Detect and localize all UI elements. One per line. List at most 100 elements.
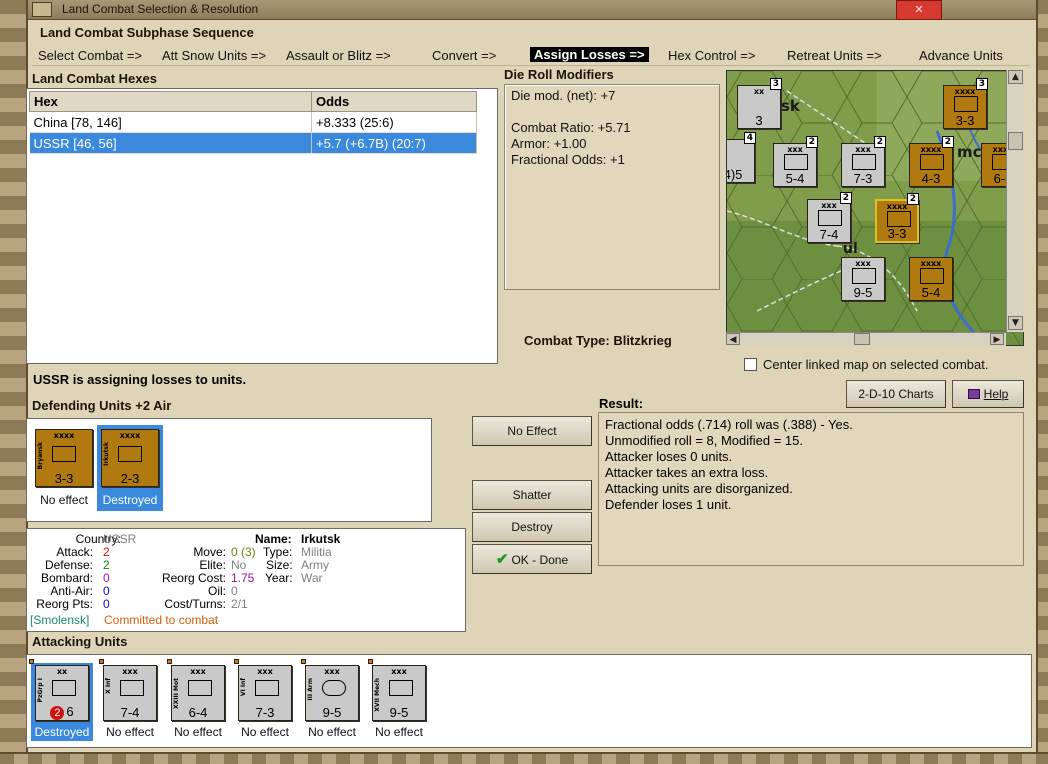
hexes-title: Land Combat Hexes — [32, 71, 157, 86]
result-line: Unmodified roll = 8, Modified = 15. — [605, 433, 803, 448]
defending-units-panel: xxxx Bryansk 3-3 No effect xxxx Irkutsk 2-3 … — [26, 418, 432, 522]
ok-done-button[interactable]: ✔ OK - Done — [472, 544, 592, 574]
die-roll-panel: Die mod. (net): +7 Combat Ratio: +5.71 A… — [504, 84, 720, 290]
destroy-button[interactable]: Destroy — [472, 512, 592, 542]
oil-value: 0 — [231, 584, 238, 598]
elite-value: No — [231, 558, 247, 572]
map-counter[interactable]: xxx 2 7-3 — [841, 136, 886, 187]
size-label: Size: — [266, 558, 293, 572]
cost-turns-value: 2/1 — [231, 597, 248, 611]
seq-step-convert: Convert => — [432, 48, 497, 63]
reorg-cost-label: Reorg Cost: — [161, 571, 226, 585]
scroll-right-icon[interactable]: ▶ — [990, 333, 1004, 345]
unit-status: No effect — [106, 725, 154, 739]
armor-mod: Armor: +1.00 — [511, 136, 587, 151]
center-linked-checkbox[interactable] — [744, 358, 757, 371]
attacking-unit[interactable]: xxx VI Inf 7-3 No effect — [234, 659, 296, 741]
close-button[interactable]: ✕ — [896, 0, 942, 20]
result-title: Result: — [599, 396, 644, 411]
map-counter[interactable]: xxx 9-5 — [841, 257, 885, 301]
mini-map[interactable]: sk mc ul xx33 xxxx33-3 44)5 xxx25-4 xxx2… — [726, 70, 1024, 346]
map-city-label: ul — [843, 241, 858, 257]
country-value: USSR — [103, 532, 137, 546]
step-badge: 2 — [50, 706, 65, 720]
close-icon: ✕ — [914, 3, 924, 16]
map-counter[interactable]: xxxx 2 4-3 — [909, 136, 954, 187]
die-roll-title: Die Roll Modifiers — [504, 67, 614, 82]
unit-status: No effect — [40, 493, 88, 507]
attacking-unit[interactable]: xxx XXIII Mot 6-4 No effect — [167, 659, 229, 741]
reorg-pts-value: 0 — [103, 597, 110, 611]
antiair-label: Anti-Air: — [50, 584, 93, 598]
defending-unit-selected[interactable]: xxxx Irkutsk 2-3 Destroyed — [97, 425, 163, 511]
unit-info-panel: Country: USSR Attack: 2 Defense: 2 Bomba… — [26, 528, 466, 632]
assign-message: USSR is assigning losses to units. — [33, 372, 247, 387]
attacking-title: Attacking Units — [32, 634, 128, 649]
unit-status: Destroyed — [34, 725, 90, 739]
hexes-table-panel: Hex Odds China [78, 146] +8.333 (25:6) U… — [26, 88, 498, 364]
unit-status: No effect — [174, 725, 222, 739]
type-value: Militia — [301, 545, 332, 559]
result-line: Defender loses 1 unit. — [605, 497, 732, 512]
attacking-unit[interactable]: xxx X Inf 7-4 No effect — [99, 659, 161, 741]
reorg-pts-label: Reorg Pts: — [36, 597, 93, 611]
defending-unit[interactable]: xxxx Bryansk 3-3 No effect — [31, 425, 97, 511]
result-line: Attacker takes an extra loss. — [605, 465, 769, 480]
help-book-icon — [967, 389, 980, 399]
defense-label: Defense: — [44, 558, 93, 572]
scroll-down-icon[interactable]: ▼ — [1008, 316, 1023, 330]
attacking-unit-selected[interactable]: xx PzGrp I26 Destroyed — [29, 659, 93, 741]
map-counter[interactable]: xxxx 3 3-3 — [943, 78, 988, 129]
die-mod-net: Die mod. (net): +7 — [511, 88, 616, 103]
column-header-hex[interactable]: Hex — [29, 91, 312, 112]
scroll-thumb[interactable] — [854, 333, 870, 345]
map-counter[interactable]: xx 3 3 — [737, 78, 782, 129]
no-effect-button[interactable]: No Effect — [472, 416, 592, 446]
move-value: 0 (3) — [231, 545, 256, 559]
map-horizontal-scrollbar[interactable]: ◀ ▶ — [726, 332, 1006, 346]
year-label: Year: — [265, 571, 293, 585]
map-counter[interactable]: 44)5 — [727, 132, 756, 183]
combat-type: Combat Type: Blitzkrieg — [524, 333, 672, 348]
column-header-odds[interactable]: Odds — [311, 91, 477, 112]
defending-title: Defending Units +2 Air — [32, 398, 172, 413]
scroll-up-icon[interactable]: ▲ — [1008, 70, 1023, 84]
reorg-cost-value: 1.75 — [231, 571, 255, 585]
seq-step-att-snow: Att Snow Units => — [162, 48, 267, 63]
odds-cell: +5.7 (+6.7B) (20:7) — [311, 132, 477, 154]
seq-step-assign-losses: Assign Losses => — [530, 47, 649, 62]
unit-location: [Smolensk] — [30, 613, 90, 627]
help-button[interactable]: Help — [952, 380, 1024, 408]
map-counter-target[interactable]: xxxx 2 3-3 — [875, 193, 919, 243]
map-counter[interactable]: xxx 2 5-4 — [773, 136, 818, 187]
scroll-left-icon[interactable]: ◀ — [726, 333, 740, 345]
map-city-label: mc — [957, 143, 982, 161]
bombard-label: Bombard: — [40, 571, 93, 585]
title-bar: Land Combat Selection & Resolution — [28, 0, 1036, 20]
fractional-odds-mod: Fractional Odds: +1 — [511, 152, 625, 167]
subphase-sequence: Select Combat => Att Snow Units => Assau… — [32, 42, 1030, 66]
attacking-unit[interactable]: xxx III Arm 9-5 No effect — [301, 659, 363, 741]
name-label: Name: — [255, 532, 292, 546]
seq-step-advance: Advance Units — [919, 48, 1003, 63]
map-city-label: sk — [781, 97, 800, 115]
table-row[interactable]: USSR [46, 56] +5.7 (+6.7B) (20:7) — [29, 132, 477, 154]
seq-step-hex-control: Hex Control => — [668, 48, 756, 63]
elite-label: Elite: — [199, 558, 226, 572]
map-counter[interactable]: xxxx 5-4 — [909, 257, 953, 301]
result-line: Attacker loses 0 units. — [605, 449, 733, 464]
map-vertical-scrollbar[interactable]: ▲ ▼ — [1006, 70, 1024, 332]
result-line: Fractional odds (.714) roll was (.388) -… — [605, 417, 853, 432]
sequence-title: Land Combat Subphase Sequence — [40, 25, 254, 40]
map-counter[interactable]: xxx 2 7-4 — [807, 192, 852, 243]
type-label: Type: — [263, 545, 293, 559]
table-row[interactable]: China [78, 146] +8.333 (25:6) — [29, 111, 477, 133]
right-ornament — [1036, 0, 1048, 764]
charts-button[interactable]: 2-D-10 Charts — [846, 380, 946, 408]
attacking-unit[interactable]: xxx XVII Mech 9-5 No effect — [368, 659, 430, 741]
defense-value: 2 — [103, 558, 110, 572]
shatter-button[interactable]: Shatter — [472, 480, 592, 510]
seq-step-assault-blitz: Assault or Blitz => — [286, 48, 391, 63]
result-panel: Fractional odds (.714) roll was (.388) -… — [598, 412, 1024, 566]
scroll-thumb[interactable] — [1008, 132, 1023, 150]
